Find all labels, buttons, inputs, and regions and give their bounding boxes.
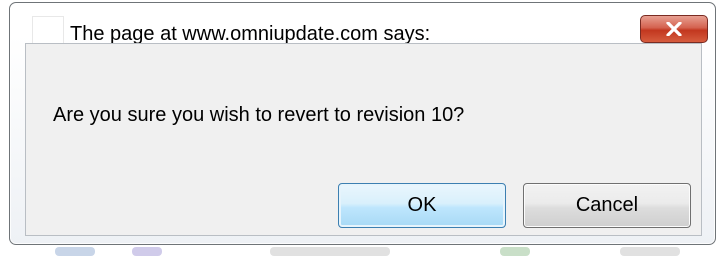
background-blur-2 — [132, 247, 162, 256]
alert-dialog: The page at www.omniupdate.com says: Are… — [9, 2, 716, 245]
dialog-message: Are you sure you wish to revert to revis… — [53, 104, 465, 126]
dialog-titlebar[interactable]: The page at www.omniupdate.com says: — [10, 3, 715, 46]
cancel-button[interactable]: Cancel — [523, 183, 691, 228]
ok-button[interactable]: OK — [338, 183, 506, 228]
background-blur-1 — [55, 247, 95, 256]
close-icon — [666, 22, 682, 36]
background-blur-5 — [620, 247, 680, 256]
background-blur-4 — [500, 247, 530, 256]
dialog-content: Are you sure you wish to revert to revis… — [25, 43, 702, 236]
background-blur-3 — [270, 247, 390, 256]
close-button[interactable] — [640, 15, 708, 43]
page-icon — [32, 16, 64, 46]
